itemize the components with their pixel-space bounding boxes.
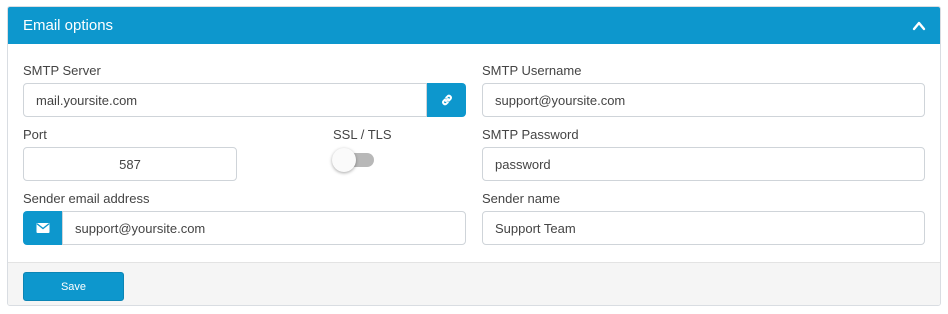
envelope-addon bbox=[23, 211, 62, 245]
panel-footer: Save bbox=[8, 262, 940, 305]
port-input[interactable] bbox=[23, 147, 237, 181]
sender-email-input[interactable] bbox=[62, 211, 466, 245]
sender-name-label: Sender name bbox=[482, 191, 561, 206]
ssl-tls-label: SSL / TLS bbox=[333, 127, 392, 142]
chevron-up-icon[interactable] bbox=[912, 19, 926, 33]
sender-email-label: Sender email address bbox=[23, 191, 150, 206]
link-button[interactable] bbox=[427, 83, 466, 117]
smtp-server-input[interactable] bbox=[23, 83, 427, 117]
sender-name-input[interactable] bbox=[482, 211, 925, 245]
panel-header[interactable]: Email options bbox=[8, 7, 940, 44]
panel-title: Email options bbox=[23, 17, 114, 34]
smtp-password-label: SMTP Password bbox=[482, 127, 579, 142]
smtp-username-label: SMTP Username bbox=[482, 63, 582, 78]
save-button[interactable]: Save bbox=[23, 272, 124, 301]
toggle-thumb bbox=[332, 148, 356, 172]
smtp-server-label: SMTP Server bbox=[23, 63, 101, 78]
ssl-tls-toggle[interactable] bbox=[332, 148, 376, 172]
smtp-username-input[interactable] bbox=[482, 83, 925, 117]
port-label: Port bbox=[23, 127, 47, 142]
email-options-panel: Email options SMTP Server Port SSL / TLS… bbox=[7, 6, 941, 306]
smtp-password-input[interactable] bbox=[482, 147, 925, 181]
